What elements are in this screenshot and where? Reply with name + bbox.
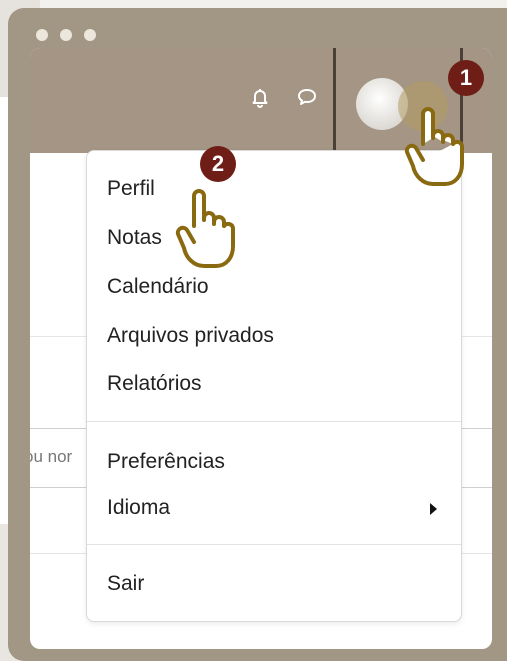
- hand-pointer-icon: [404, 107, 464, 186]
- chat-bubble-icon[interactable]: [295, 85, 319, 109]
- hand-pointer-icon: [175, 189, 235, 268]
- submenu-arrow-icon: [430, 503, 437, 515]
- user-dropdown-menu: Perfil Notas Calendário Arquivos privado…: [86, 150, 462, 622]
- menu-item-notas[interactable]: Notas: [107, 226, 162, 250]
- menu-item-sair[interactable]: Sair: [107, 572, 144, 596]
- menu-separator: [87, 544, 461, 545]
- menu-item-relatorios[interactable]: Relatórios: [107, 372, 202, 396]
- window-dot-1: [36, 29, 48, 41]
- menu-item-preferencias[interactable]: Preferências: [107, 450, 225, 474]
- step-badge-2: 2: [200, 146, 236, 182]
- step-badge-1: 1: [448, 60, 484, 96]
- window-dot-2: [60, 29, 72, 41]
- bell-icon[interactable]: [248, 85, 272, 109]
- menu-item-arquivos-privados[interactable]: Arquivos privados: [107, 324, 274, 348]
- menu-separator: [87, 421, 461, 422]
- menu-item-idioma[interactable]: Idioma: [107, 496, 170, 520]
- window-dot-3: [84, 29, 96, 41]
- menu-item-calendario[interactable]: Calendário: [107, 275, 209, 299]
- search-input-text: ou nor: [30, 447, 73, 466]
- menu-item-perfil[interactable]: Perfil: [107, 177, 155, 201]
